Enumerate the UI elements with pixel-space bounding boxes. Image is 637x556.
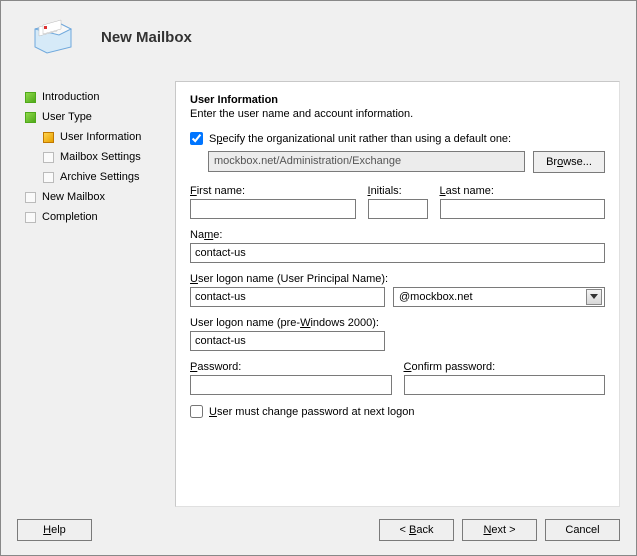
- nav-introduction[interactable]: Introduction: [25, 89, 171, 105]
- must-change-label: User must change password at next logon: [209, 406, 414, 418]
- nav-completion[interactable]: Completion: [25, 209, 171, 225]
- pending-icon: [43, 172, 54, 183]
- help-button[interactable]: Help: [17, 519, 92, 541]
- wizard-dialog: New Mailbox Introduction User Type User …: [0, 0, 637, 556]
- confirm-password-label: Confirm password:: [404, 361, 606, 373]
- initials-input[interactable]: [368, 199, 428, 219]
- main-area: Introduction User Type User Information …: [1, 81, 636, 507]
- nav-new-mailbox[interactable]: New Mailbox: [25, 189, 171, 205]
- specify-ou-checkbox[interactable]: [190, 132, 203, 145]
- browse-button[interactable]: Browse...: [533, 151, 605, 173]
- password-label: Password:: [190, 361, 392, 373]
- first-name-input[interactable]: [190, 199, 356, 219]
- dialog-title: New Mailbox: [101, 29, 192, 46]
- name-input[interactable]: [190, 243, 605, 263]
- must-change-password-checkbox[interactable]: [190, 405, 203, 418]
- section-subtitle: Enter the user name and account informat…: [190, 108, 605, 120]
- nav-mailbox-settings[interactable]: Mailbox Settings: [25, 149, 171, 165]
- upn-domain-value: @mockbox.net: [399, 291, 473, 303]
- pending-icon: [43, 152, 54, 163]
- check-icon: [25, 112, 36, 123]
- initials-label: Initials:: [368, 185, 428, 197]
- nav-user-type[interactable]: User Type: [25, 109, 171, 125]
- pending-icon: [25, 212, 36, 223]
- upn-domain-select[interactable]: @mockbox.net: [393, 287, 605, 307]
- last-name-label: Last name:: [440, 185, 606, 197]
- name-label: Name:: [190, 229, 605, 241]
- current-step-icon: [43, 132, 54, 143]
- check-icon: [25, 92, 36, 103]
- upn-input[interactable]: [190, 287, 385, 307]
- chevron-down-icon: [586, 289, 602, 305]
- confirm-password-input[interactable]: [404, 375, 606, 395]
- wizard-nav: Introduction User Type User Information …: [17, 81, 175, 507]
- section-title: User Information: [190, 94, 605, 106]
- dialog-footer: Help < Back Next > Cancel: [1, 507, 636, 555]
- nav-user-information[interactable]: User Information: [25, 129, 171, 145]
- specify-ou-label: SSpecify the organizational unit rather …: [209, 133, 511, 145]
- last-name-input[interactable]: [440, 199, 606, 219]
- pre2000-label: User logon name (pre-Windows 2000):: [190, 317, 605, 329]
- nav-archive-settings[interactable]: Archive Settings: [25, 169, 171, 185]
- specify-ou-row: SSpecify the organizational unit rather …: [190, 132, 605, 145]
- next-button[interactable]: Next >: [462, 519, 537, 541]
- content-panel: User Information Enter the user name and…: [175, 81, 620, 507]
- mailbox-icon: [29, 17, 77, 57]
- pre2000-input[interactable]: [190, 331, 385, 351]
- must-change-row: User must change password at next logon: [190, 405, 605, 418]
- upn-label: User logon name (User Principal Name):: [190, 273, 605, 285]
- pending-icon: [25, 192, 36, 203]
- first-name-label: First name:: [190, 185, 356, 197]
- cancel-button[interactable]: Cancel: [545, 519, 620, 541]
- ou-path-field: mockbox.net/Administration/Exchange: [208, 151, 525, 172]
- password-input[interactable]: [190, 375, 392, 395]
- back-button[interactable]: < Back: [379, 519, 454, 541]
- dialog-header: New Mailbox: [1, 1, 636, 81]
